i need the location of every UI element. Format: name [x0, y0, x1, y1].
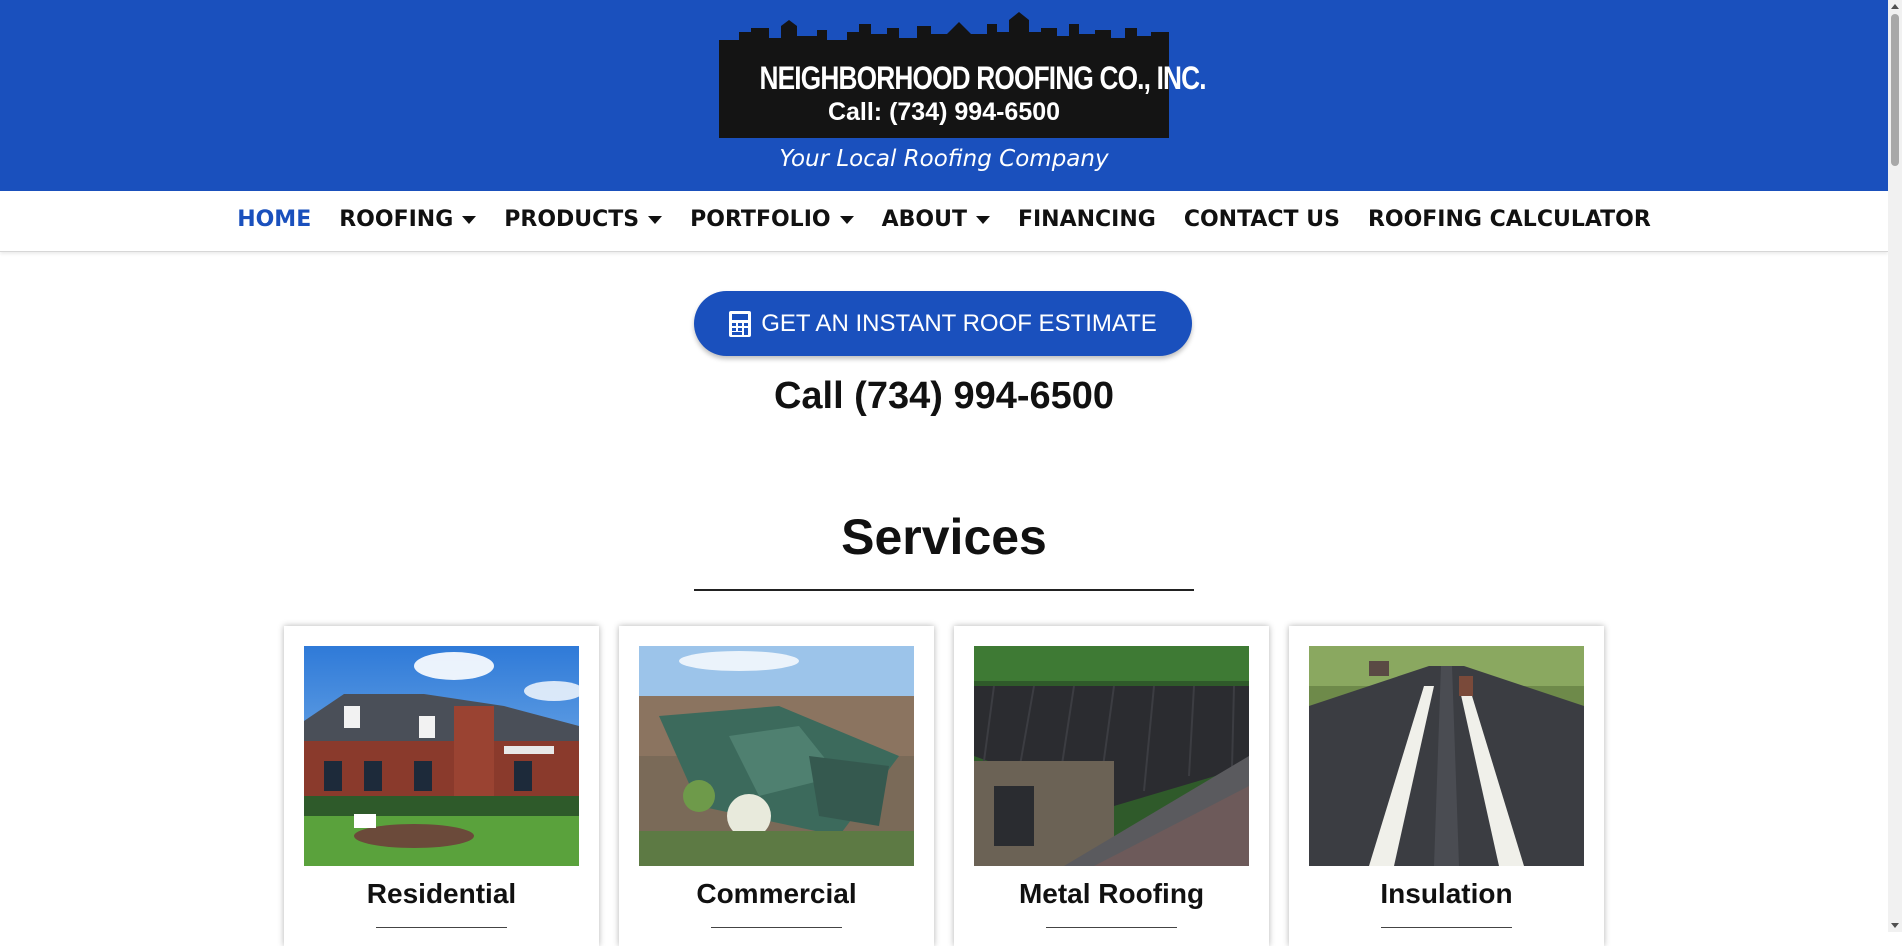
instant-estimate-button[interactable]: GET AN INSTANT ROOF ESTIMATE [694, 291, 1192, 356]
caret-down-icon [975, 215, 990, 224]
commercial-photo[interactable] [639, 646, 914, 866]
main-navigation: HOME ROOFING PRODUCTS PORTFOLIO ABOUT FI… [0, 191, 1888, 252]
service-card-commercial[interactable]: Commercial [619, 626, 934, 946]
card-title: Commercial [696, 878, 857, 909]
caret-down-icon [462, 215, 477, 224]
calculator-icon [729, 310, 752, 337]
service-card-residential[interactable]: Residential [284, 626, 599, 946]
nav-item-financing[interactable]: FINANCING [1018, 207, 1156, 232]
nav-item-label: PRODUCTS [504, 207, 640, 232]
card-divider [1046, 927, 1177, 928]
caret-down-icon [648, 215, 663, 224]
phone-number-heading[interactable]: Call (734) 994-6500 [0, 375, 1888, 418]
card-divider [376, 927, 507, 928]
card-title: Metal Roofing [1018, 878, 1205, 909]
scroll-down-arrow-icon[interactable] [1891, 923, 1899, 928]
nav-item-label: ABOUT [881, 207, 967, 232]
services-heading: Services [841, 509, 1047, 565]
card-title: Residential [366, 878, 517, 909]
nav-item-label: PORTFOLIO [690, 207, 831, 232]
company-logo[interactable]: NEIGHBORHOOD ROOFING CO., INC. Call: (73… [719, 10, 1207, 138]
metal-roofing-photo[interactable] [974, 646, 1249, 866]
nav-item-roofing-calculator[interactable]: ROOFING CALCULATOR [1368, 207, 1651, 232]
scroll-up-arrow-icon[interactable] [1891, 4, 1899, 9]
card-title: Insulation [1380, 878, 1513, 909]
caret-down-icon [839, 215, 854, 224]
nav-item-home[interactable]: HOME [237, 207, 311, 232]
insulation-photo[interactable] [1309, 646, 1584, 866]
nav-item-label: FINANCING [1017, 207, 1156, 232]
nav-item-label: ROOFING [339, 207, 454, 232]
site-header: NEIGHBORHOOD ROOFING CO., INC. Call: (73… [0, 0, 1888, 191]
residential-photo[interactable] [304, 646, 579, 866]
logo-phone-number: Call: (734) 994-6500 [827, 98, 1061, 126]
service-card-metal-roofing[interactable]: Metal Roofing [954, 626, 1269, 946]
scrollbar-thumb[interactable] [1891, 14, 1899, 166]
nav-item-products[interactable]: PRODUCTS [504, 207, 663, 232]
page-scrollbar[interactable] [1888, 0, 1902, 932]
tagline: Your Local Roofing Company [779, 146, 1109, 172]
nav-item-label: HOME [237, 207, 312, 232]
nav-list: HOME ROOFING PRODUCTS PORTFOLIO ABOUT FI… [0, 207, 1888, 232]
nav-item-label: ROOFING CALCULATOR [1367, 207, 1651, 232]
nav-item-about[interactable]: ABOUT [882, 207, 990, 232]
estimate-button-label: GET AN INSTANT ROOF ESTIMATE [761, 309, 1157, 337]
nav-item-contact-us[interactable]: CONTACT US [1184, 207, 1340, 232]
nav-item-portfolio[interactable]: PORTFOLIO [690, 207, 854, 232]
nav-item-roofing[interactable]: ROOFING [339, 207, 477, 232]
nav-item-label: CONTACT US [1183, 207, 1340, 232]
card-divider [711, 927, 842, 928]
logo-company-name: NEIGHBORHOOD ROOFING CO., INC. [759, 60, 1207, 96]
card-divider [1381, 927, 1512, 928]
service-card-insulation[interactable]: Insulation [1289, 626, 1604, 946]
services-divider [694, 589, 1194, 591]
